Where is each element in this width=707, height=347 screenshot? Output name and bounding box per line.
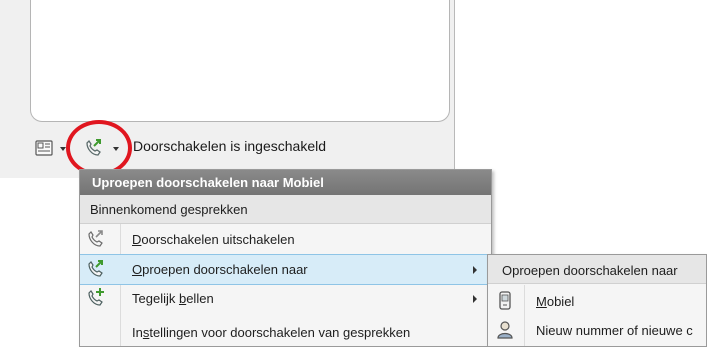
- menu-header: Uproepen doorschakelen naar Mobiel: [80, 170, 491, 195]
- mobile-phone-icon: [488, 287, 524, 315]
- contact-person-icon: [488, 316, 524, 344]
- phone-add-icon: [80, 284, 120, 313]
- menu-item-forwarding-settings[interactable]: Instellingen voor doorschakelen van gesp…: [80, 315, 491, 344]
- conversation-area: [30, 0, 450, 122]
- submenu-header: Oproepen doorschakelen naar: [488, 255, 706, 284]
- forward-to-submenu: Oproepen doorschakelen naar Mobiel Nieuw…: [487, 254, 707, 347]
- menu-section-title: Binnenkomend gesprekken: [80, 195, 491, 224]
- menu-item-simultaneous-ring[interactable]: Tegelijk bellen: [80, 284, 491, 313]
- submenu-arrow-icon: [473, 266, 477, 274]
- contact-card-icon[interactable]: [35, 140, 53, 156]
- menu-item-forward-calls-to[interactable]: Oproepen doorschakelen naar: [80, 254, 491, 285]
- phone-forward-icon: [80, 225, 120, 254]
- menu-item-disable-forwarding[interactable]: Doorschakelen uitschakelen: [80, 225, 491, 254]
- phone-forward-active-icon: [80, 255, 120, 284]
- highlight-circle: [66, 120, 132, 176]
- submenu-arrow-icon: [473, 295, 477, 303]
- submenu-item-mobile[interactable]: Mobiel: [488, 287, 706, 315]
- submenu-item-new-number[interactable]: Nieuw nummer of nieuwe c: [488, 316, 706, 344]
- call-forward-menu: Uproepen doorschakelen naar Mobiel Binne…: [79, 169, 492, 347]
- forwarding-status-text: Doorschakelen is ingeschakeld: [133, 138, 326, 154]
